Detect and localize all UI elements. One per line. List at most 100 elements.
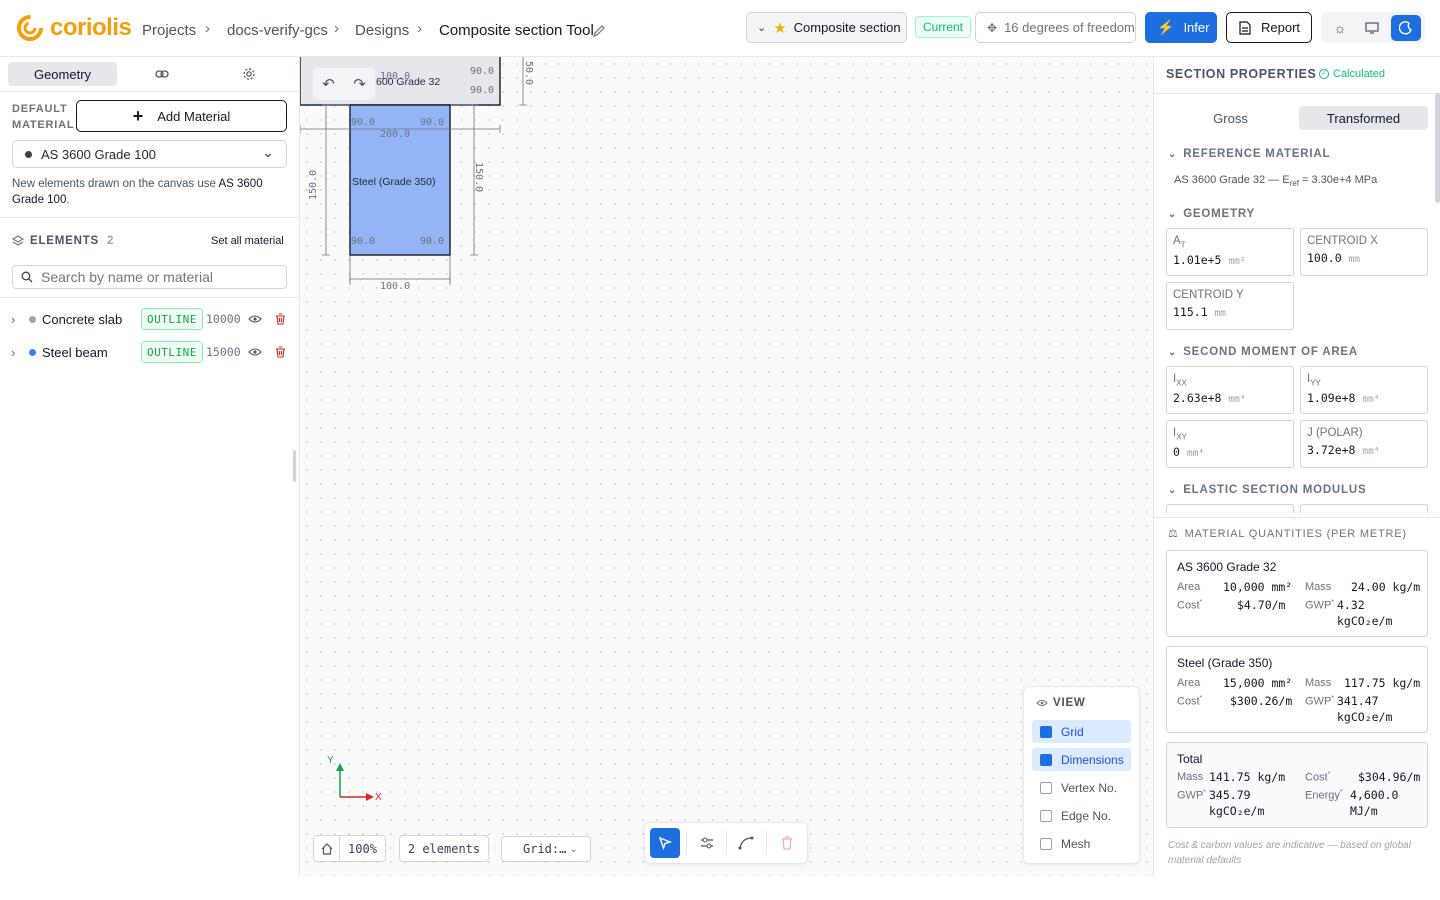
property-label: CENTROID X (1307, 235, 1378, 247)
cost-label-text: Cost (1177, 599, 1200, 612)
chevron-down-icon: ⌄ (757, 22, 767, 34)
divider (726, 831, 727, 855)
property-value: 1.09e+8 (1307, 391, 1356, 406)
chevron-down-icon: ⌄ (262, 144, 274, 160)
total-cost: $304.96/m (1358, 770, 1421, 784)
tab-settings[interactable] (208, 62, 290, 86)
add-material-label: Add Material (157, 108, 231, 124)
chevron-down-icon: ⌄ (1168, 346, 1178, 358)
mass-label: Mass (1305, 581, 1332, 593)
sun-icon[interactable]: ☼ (1329, 17, 1351, 39)
toggle-gross[interactable]: Gross (1166, 106, 1295, 130)
gross-transformed-toggle: Gross Transformed (1166, 106, 1430, 130)
property-iyy: IYY 1.09e+8 mm⁴ (1300, 366, 1428, 414)
property-centroid-x: CENTROID X 100.0 mm (1300, 228, 1428, 276)
search-input[interactable] (41, 269, 271, 285)
property-label: A (1173, 235, 1181, 247)
drawing-canvas[interactable]: 200.0 100.0 100.0 150.0 150.0 50.0 90.0 … (300, 57, 1153, 876)
infer-button[interactable]: ⚡ Infer (1145, 12, 1217, 43)
eye-icon[interactable] (248, 314, 262, 324)
logo[interactable]: coriolis (16, 13, 132, 43)
view-panel: VIEW Grid Dimensions Vertex No. Edge No.… (1023, 686, 1140, 864)
view-toggle-vertex[interactable]: Vertex No. (1032, 776, 1131, 799)
chevron-right-icon[interactable]: › (11, 312, 15, 327)
breadcrumb-project[interactable]: docs-verify-gcs (227, 22, 328, 39)
energy-label: Energy* (1305, 789, 1343, 802)
redo-icon[interactable]: ↷ (353, 75, 366, 93)
scrollbar[interactable] (1435, 93, 1440, 203)
toggle-transformed[interactable]: Transformed (1299, 106, 1428, 130)
coriolis-logo-icon (17, 15, 43, 41)
trash-icon[interactable] (275, 313, 286, 325)
home-button[interactable] (313, 835, 340, 862)
select-tool-button[interactable] (650, 828, 680, 858)
cost-label: Cost* (1305, 771, 1330, 784)
undo-icon[interactable]: ↶ (322, 75, 335, 93)
pencil-icon[interactable] (592, 24, 606, 38)
trash-icon[interactable] (275, 346, 286, 358)
list-item[interactable]: › Steel beam OUTLINE 15000 (0, 338, 300, 366)
elastic-header[interactable]: ⌄ ELASTIC SECTION MODULUS (1168, 484, 1366, 496)
view-toggle-edge[interactable]: Edge No. (1032, 804, 1131, 827)
view-toggle-dimensions[interactable]: Dimensions (1032, 748, 1131, 771)
breadcrumb-projects[interactable]: Projects (142, 22, 196, 39)
moment-header[interactable]: ⌄ SECOND MOMENT OF AREA (1168, 346, 1358, 358)
checkbox[interactable] (1040, 725, 1052, 738)
checkbox[interactable] (1040, 781, 1052, 794)
monitor-icon[interactable] (1360, 17, 1384, 39)
dim-beam-left: 150.0 (308, 170, 319, 200)
reference-material-text: AS 3600 Grade 32 — Eref = 3.30e+4 MPa (1174, 174, 1377, 188)
dof-button[interactable]: ✥ 16 degrees of freedom (975, 12, 1136, 43)
plus-icon: + (132, 105, 144, 126)
reference-header-label: REFERENCE MATERIAL (1183, 148, 1331, 160)
add-material-button[interactable]: + Add Material (76, 100, 287, 132)
chevron-down-icon: ⌄ (569, 843, 578, 855)
reference-header[interactable]: ⌄ REFERENCE MATERIAL (1168, 148, 1330, 160)
view-toggle-grid[interactable]: Grid (1032, 720, 1131, 743)
gear-icon (243, 68, 255, 80)
reference-text: AS 3600 Grade 32 — E (1174, 174, 1290, 186)
tab-geometry[interactable]: Geometry (8, 62, 117, 86)
gwp-label-text: GWP (1177, 789, 1204, 802)
total-card: Total Mass 141.75 kg/m Cost* $304.96/m G… (1166, 742, 1428, 828)
chevron-right-icon[interactable]: › (11, 345, 15, 360)
report-button[interactable]: Report (1226, 12, 1312, 43)
curve-tool-button[interactable] (731, 828, 761, 858)
property-value: 100.0 (1307, 251, 1342, 265)
property-z-bottom (1300, 504, 1428, 513)
delete-tool-button[interactable] (772, 828, 802, 858)
grid-select-value: Grid:… (523, 842, 567, 856)
tab-link[interactable] (124, 62, 199, 86)
properties-scroll[interactable]: ⌄ REFERENCE MATERIAL AS 3600 Grade 32 — E… (1154, 139, 1436, 513)
checkbox[interactable] (1040, 837, 1052, 850)
outline-badge: OUTLINE (141, 308, 203, 330)
elements-list: › Concrete slab OUTLINE 10000 › Steel be… (0, 297, 300, 363)
reference-value: = 3.30e+4 MPa (1298, 174, 1378, 186)
total-energy-unit: MJ/m (1350, 804, 1378, 818)
version-select[interactable]: ⌄ ★ Composite section (746, 12, 907, 43)
axis-y-label: Y (327, 755, 334, 766)
set-all-material-button[interactable]: Set all material (211, 235, 284, 247)
view-title: VIEW (1053, 697, 1086, 709)
area-value: 15,000 mm² (1223, 676, 1293, 690)
status-badge: Current (915, 16, 972, 38)
trash-icon (782, 836, 792, 850)
checkbox[interactable] (1040, 753, 1052, 766)
default-material-select[interactable]: AS 3600 Grade 100 ⌄ (12, 140, 287, 168)
geometry-header[interactable]: ⌄ GEOMETRY (1168, 208, 1255, 220)
chevron-right-icon: › (417, 20, 422, 37)
element-name: Concrete slab (42, 311, 123, 327)
note-text: New elements drawn on the canvas use (12, 178, 219, 190)
moment-header-label: SECOND MOMENT OF AREA (1183, 346, 1359, 358)
spline-tool-button[interactable] (692, 828, 722, 858)
property-unit: mm (1214, 308, 1227, 319)
breadcrumb-designs[interactable]: Designs (355, 22, 409, 39)
grid-select[interactable]: Grid:… ⌄ (501, 836, 591, 862)
panel-resize-handle[interactable] (293, 450, 296, 482)
checkbox[interactable] (1040, 809, 1052, 822)
moon-icon[interactable] (1391, 15, 1421, 41)
view-toggle-mesh[interactable]: Mesh (1032, 832, 1131, 855)
zoom-level[interactable]: 100% (340, 835, 386, 862)
eye-icon[interactable] (248, 347, 262, 357)
list-item[interactable]: › Concrete slab OUTLINE 10000 (0, 305, 300, 333)
